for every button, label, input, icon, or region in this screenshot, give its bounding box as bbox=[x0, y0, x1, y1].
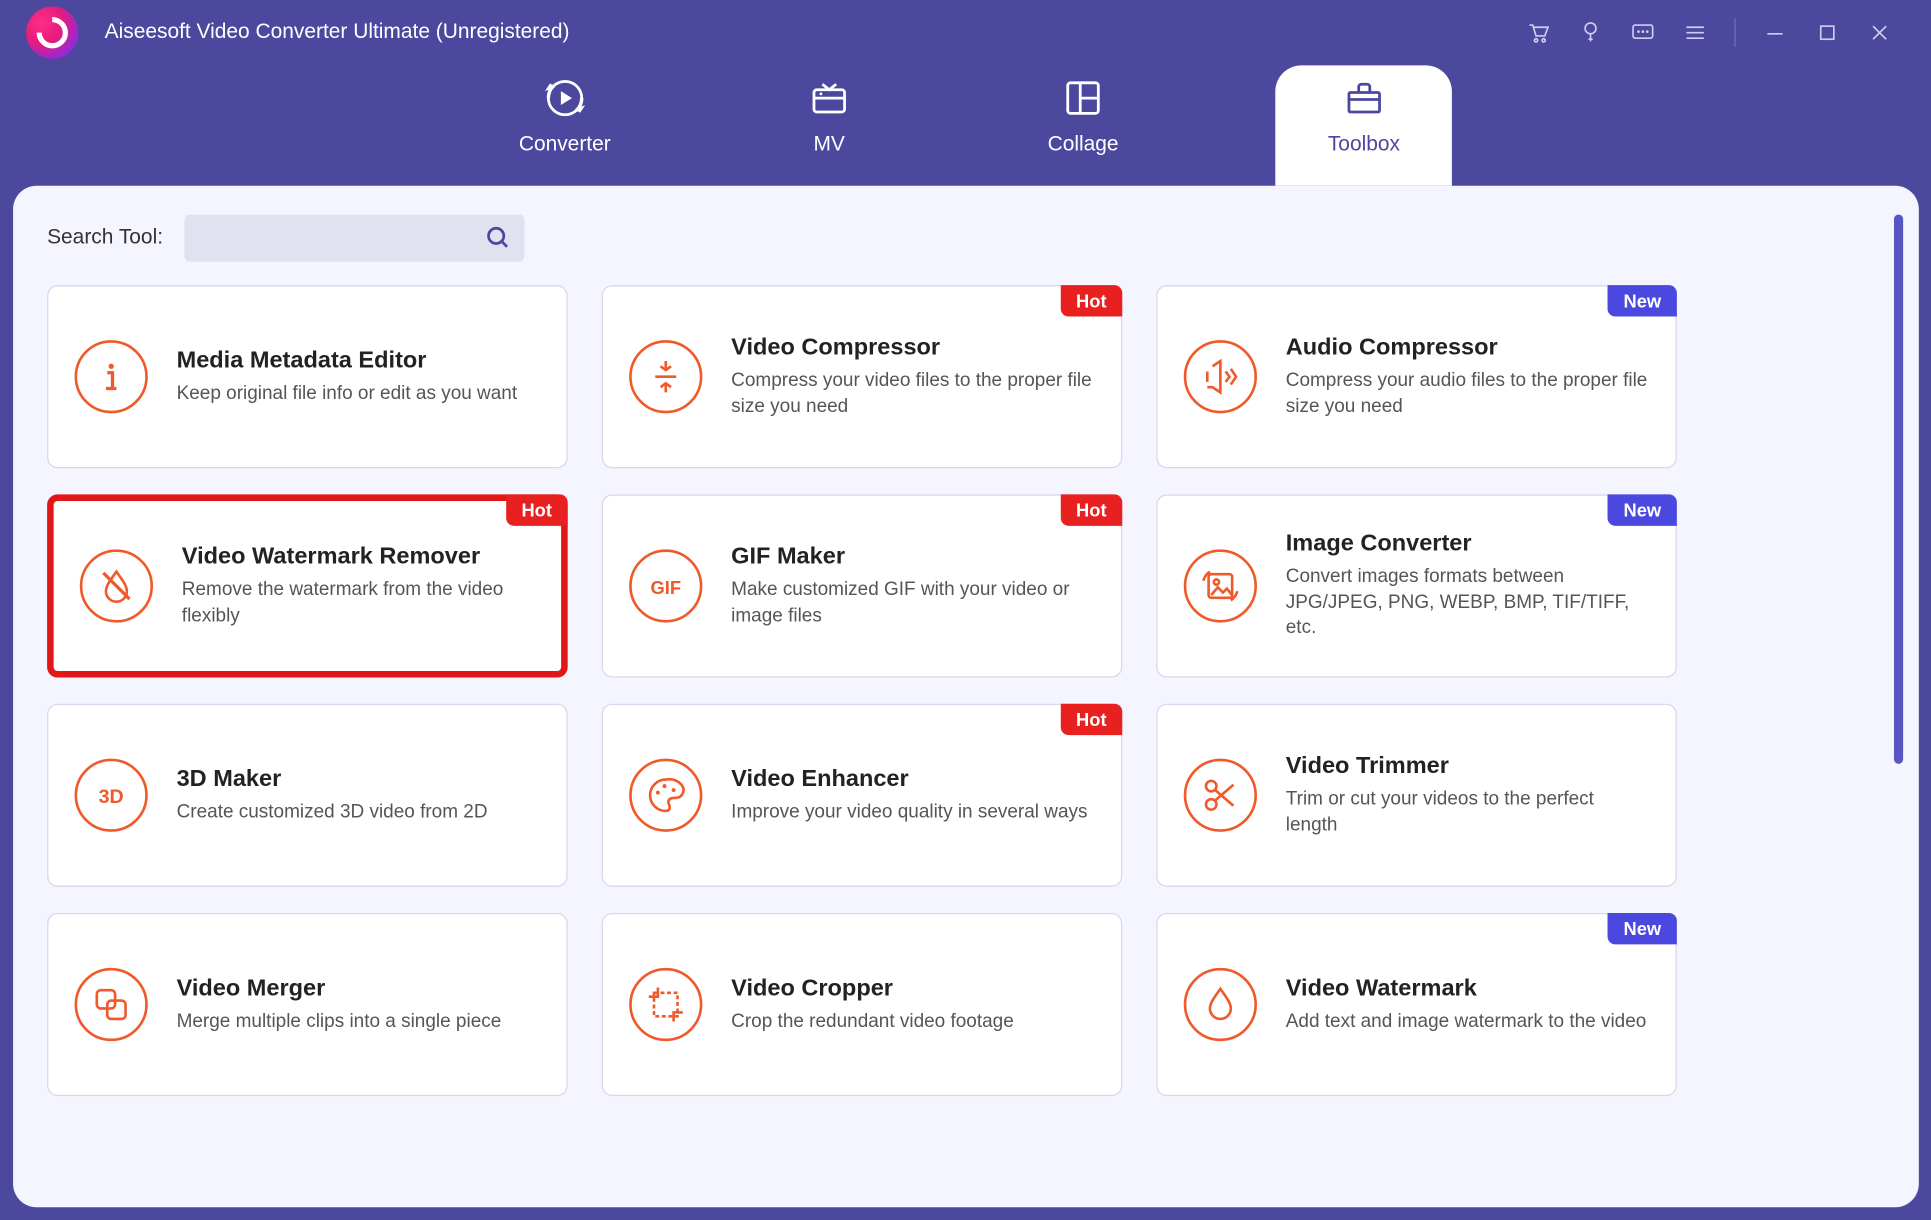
card-desc: Compress your video files to the proper … bbox=[731, 369, 1095, 420]
card-desc: Add text and image watermark to the vide… bbox=[1286, 1009, 1650, 1035]
search-label: Search Tool: bbox=[47, 226, 163, 250]
tab-mv[interactable]: MV bbox=[768, 65, 891, 185]
card-desc: Convert images formats between JPG/JPEG,… bbox=[1286, 565, 1650, 642]
tool-card-vcompressor[interactable]: Hot Video Compressor Compress your video f… bbox=[602, 285, 1123, 468]
card-text: Video Merger Merge multiple clips into a … bbox=[177, 974, 541, 1035]
card-title: Video Watermark bbox=[1286, 974, 1650, 1001]
card-desc: Trim or cut your videos to the perfect l… bbox=[1286, 787, 1650, 838]
tool-card-cropper[interactable]: Video Cropper Crop the redundant video fo… bbox=[602, 913, 1123, 1096]
image-convert-icon bbox=[1184, 549, 1257, 622]
card-title: Video Compressor bbox=[731, 333, 1095, 360]
app-title: Aiseesoft Video Converter Ultimate (Unre… bbox=[105, 21, 570, 45]
card-text: Audio Compressor Compress your audio file… bbox=[1286, 333, 1650, 419]
card-text: 3D Maker Create customized 3D video from … bbox=[177, 765, 541, 826]
tool-card-gif[interactable]: Hot GIF GIF Maker Make customized GIF with … bbox=[602, 494, 1123, 677]
card-desc: Merge multiple clips into a single piece bbox=[177, 1009, 541, 1035]
main-tabs: Converter MV Collage Toolbox bbox=[0, 65, 1931, 185]
card-text: GIF Maker Make customized GIF with your v… bbox=[731, 543, 1095, 629]
card-desc: Make customized GIF with your video or i… bbox=[731, 578, 1095, 629]
three-d-icon: 3D bbox=[75, 759, 148, 832]
tab-label: Toolbox bbox=[1328, 133, 1400, 157]
tab-collage[interactable]: Collage bbox=[1008, 65, 1157, 185]
scrollbar[interactable] bbox=[1894, 215, 1903, 764]
tab-converter[interactable]: Converter bbox=[480, 65, 650, 185]
card-text: Media Metadata Editor Keep original file … bbox=[177, 346, 541, 407]
divider bbox=[1734, 18, 1735, 47]
card-desc: Improve your video quality in several wa… bbox=[731, 800, 1095, 826]
info-icon bbox=[75, 340, 148, 413]
tab-label: MV bbox=[813, 133, 844, 157]
tool-card-metadata[interactable]: Media Metadata Editor Keep original file … bbox=[47, 285, 568, 468]
hot-badge: Hot bbox=[506, 494, 568, 525]
card-title: Video Trimmer bbox=[1286, 752, 1650, 779]
card-title: Media Metadata Editor bbox=[177, 346, 541, 373]
card-title: Audio Compressor bbox=[1286, 333, 1650, 360]
new-badge: New bbox=[1608, 494, 1677, 525]
key-icon[interactable] bbox=[1564, 13, 1616, 52]
tab-toolbox[interactable]: Toolbox bbox=[1276, 65, 1453, 185]
hot-badge: Hot bbox=[1060, 494, 1122, 525]
palette-icon bbox=[629, 759, 702, 832]
close-button[interactable] bbox=[1853, 13, 1905, 52]
maximize-button[interactable] bbox=[1801, 13, 1853, 52]
toolbox-panel: Search Tool: Media Metadata Editor Keep o… bbox=[13, 186, 1919, 1208]
card-title: Video Enhancer bbox=[731, 765, 1095, 792]
card-text: Video Watermark Remover Remove the waterm… bbox=[182, 543, 535, 629]
merge-icon bbox=[75, 968, 148, 1041]
compress-icon bbox=[629, 340, 702, 413]
card-text: Video Watermark Add text and image waterm… bbox=[1286, 974, 1650, 1035]
app-logo-icon bbox=[26, 7, 78, 59]
card-text: Image Converter Convert images formats be… bbox=[1286, 530, 1650, 642]
menu-icon[interactable] bbox=[1669, 13, 1721, 52]
cart-icon[interactable] bbox=[1512, 13, 1564, 52]
tool-grid: Media Metadata Editor Keep original file … bbox=[47, 285, 1885, 1096]
watermark-remove-icon bbox=[80, 549, 153, 622]
tool-card-watermark-remover[interactable]: Hot Video Watermark Remover Remove the wat… bbox=[47, 494, 568, 677]
audio-compress-icon bbox=[1184, 340, 1257, 413]
card-title: Image Converter bbox=[1286, 530, 1650, 557]
card-desc: Remove the watermark from the video flex… bbox=[182, 578, 535, 629]
tool-card-imgconv[interactable]: New Image Converter Convert images formats… bbox=[1156, 494, 1677, 677]
new-badge: New bbox=[1608, 285, 1677, 316]
search-input[interactable] bbox=[184, 215, 524, 262]
card-title: Video Merger bbox=[177, 974, 541, 1001]
tool-card-merger[interactable]: Video Merger Merge multiple clips into a … bbox=[47, 913, 568, 1096]
drop-icon bbox=[1184, 968, 1257, 1041]
card-title: GIF Maker bbox=[731, 543, 1095, 570]
tool-card-trimmer[interactable]: Video Trimmer Trim or cut your videos to … bbox=[1156, 704, 1677, 887]
feedback-icon[interactable] bbox=[1617, 13, 1669, 52]
card-text: Video Compressor Compress your video file… bbox=[731, 333, 1095, 419]
card-desc: Create customized 3D video from 2D bbox=[177, 800, 541, 826]
svg-text:3D: 3D bbox=[99, 786, 124, 808]
tab-label: Converter bbox=[519, 133, 611, 157]
card-text: Video Trimmer Trim or cut your videos to … bbox=[1286, 752, 1650, 838]
tool-card-watermark[interactable]: New Video Watermark Add text and image wat… bbox=[1156, 913, 1677, 1096]
card-title: Video Cropper bbox=[731, 974, 1095, 1001]
card-desc: Crop the redundant video footage bbox=[731, 1009, 1095, 1035]
titlebar: Aiseesoft Video Converter Ultimate (Unre… bbox=[0, 0, 1931, 65]
search-icon[interactable] bbox=[485, 225, 511, 258]
card-text: Video Enhancer Improve your video quality… bbox=[731, 765, 1095, 826]
card-desc: Compress your audio files to the proper … bbox=[1286, 369, 1650, 420]
svg-text:GIF: GIF bbox=[651, 577, 682, 598]
card-desc: Keep original file info or edit as you w… bbox=[177, 382, 541, 408]
tool-card-enhancer[interactable]: Hot Video Enhancer Improve your video qual… bbox=[602, 704, 1123, 887]
scissors-icon bbox=[1184, 759, 1257, 832]
crop-icon bbox=[629, 968, 702, 1041]
search-row: Search Tool: bbox=[47, 215, 1885, 262]
card-title: Video Watermark Remover bbox=[182, 543, 535, 570]
minimize-button[interactable] bbox=[1749, 13, 1801, 52]
tool-card-3d[interactable]: 3D 3D Maker Create customized 3D video fro… bbox=[47, 704, 568, 887]
new-badge: New bbox=[1608, 913, 1677, 944]
card-title: 3D Maker bbox=[177, 765, 541, 792]
gif-icon: GIF bbox=[629, 549, 702, 622]
card-text: Video Cropper Crop the redundant video fo… bbox=[731, 974, 1095, 1035]
hot-badge: Hot bbox=[1060, 285, 1122, 316]
tool-card-acompressor[interactable]: New Audio Compressor Compress your audio f… bbox=[1156, 285, 1677, 468]
hot-badge: Hot bbox=[1060, 704, 1122, 735]
tab-label: Collage bbox=[1048, 133, 1119, 157]
